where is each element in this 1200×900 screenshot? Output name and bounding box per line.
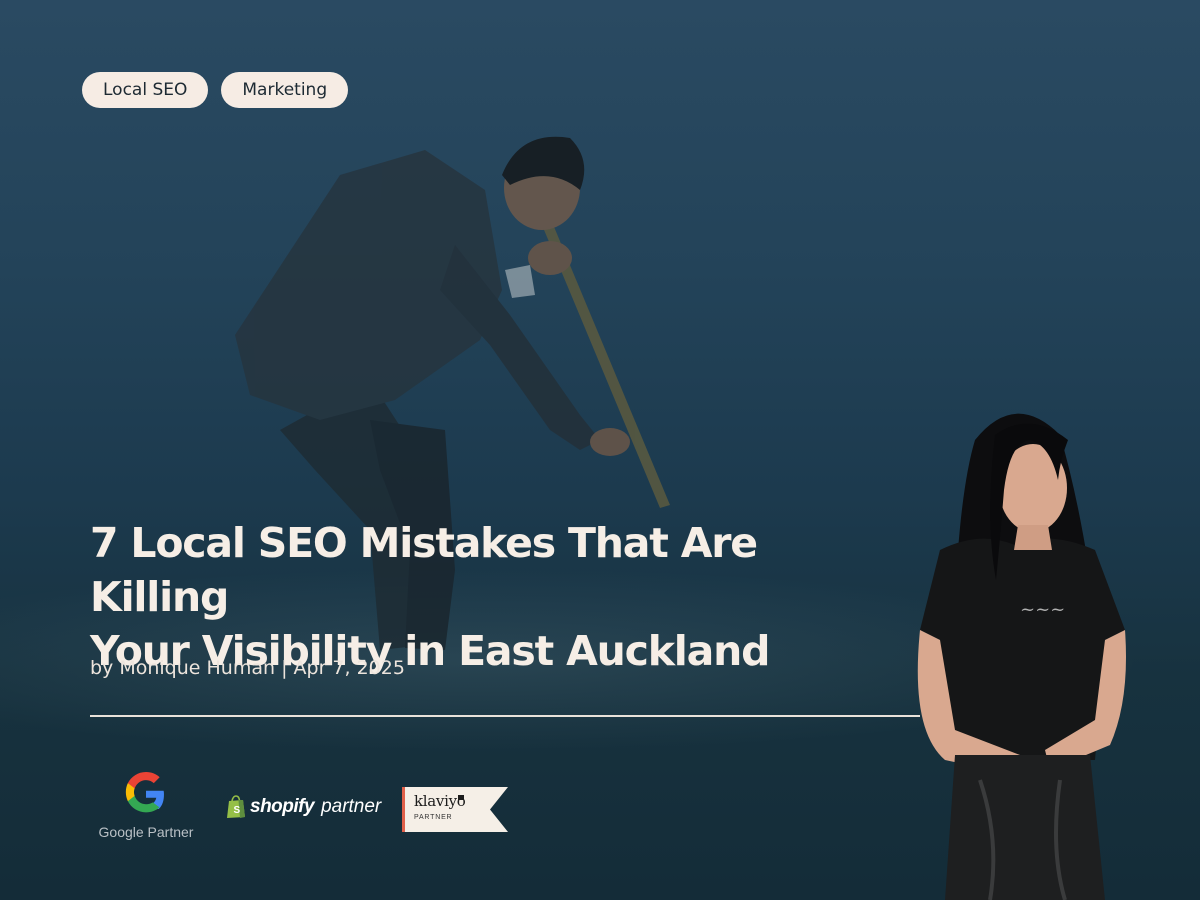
tag-marketing[interactable]: Marketing xyxy=(221,72,349,108)
divider xyxy=(90,715,920,717)
page-title: 7 Local SEO Mistakes That Are Killing Yo… xyxy=(90,516,890,678)
shopify-bag-icon: S xyxy=(227,795,245,818)
svg-text:~~~: ~~~ xyxy=(1020,599,1065,620)
tag-list: Local SEO Marketing xyxy=(82,72,349,108)
klaviyo-wordmark: klaviyo xyxy=(414,792,466,810)
klaviyo-partner-badge: klaviyo PARTNER xyxy=(402,787,508,832)
shopify-partner-badge: S shopify partner xyxy=(226,795,381,819)
title-line-1: 7 Local SEO Mistakes That Are Killing xyxy=(90,519,758,621)
shopify-partner-label: partner xyxy=(321,796,382,817)
shopify-wordmark: shopify xyxy=(250,796,315,817)
google-g-icon xyxy=(125,772,164,813)
google-partner-badge: Google Partner xyxy=(94,772,198,840)
tag-local-seo[interactable]: Local SEO xyxy=(82,72,209,108)
svg-text:S: S xyxy=(234,805,241,816)
google-partner-label: Google Partner xyxy=(98,824,194,840)
author-portrait: ~~~ xyxy=(917,413,1126,900)
klaviyo-partner-label: PARTNER xyxy=(414,814,453,821)
author-date-byline: by Monique Human | Apr 7, 2025 xyxy=(90,657,405,679)
